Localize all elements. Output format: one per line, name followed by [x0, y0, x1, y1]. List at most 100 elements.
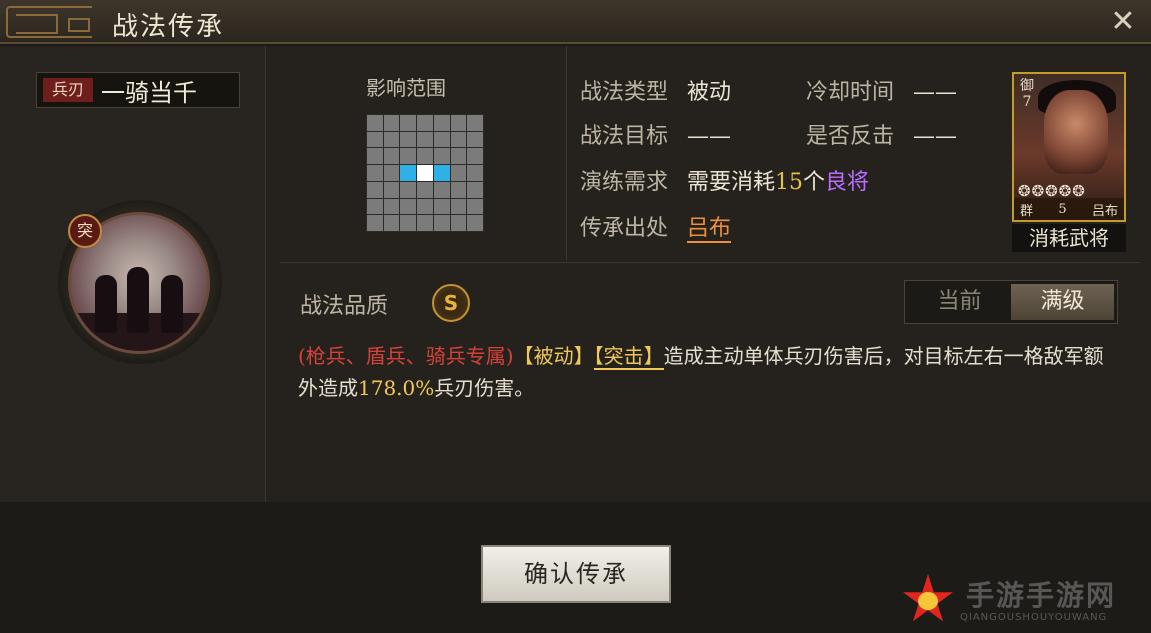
range-cell [467, 181, 483, 198]
range-cell [383, 181, 400, 198]
consume-hero-caption: 消耗武将 [1012, 224, 1126, 252]
range-cell [383, 198, 400, 215]
desc-tag-passive: 【被动】 [513, 344, 594, 368]
range-cell [367, 198, 383, 215]
range-cell [450, 215, 467, 231]
close-icon[interactable]: ✕ [1107, 6, 1139, 38]
range-label: 影响范围 [366, 76, 446, 100]
requirement-quality: 良将 [825, 170, 870, 195]
divider [566, 46, 567, 260]
watermark-subtext: QIANGOUSHOUYOUWANG [960, 612, 1108, 623]
range-cell [467, 115, 483, 131]
source-row: 传承出处 吕布 [580, 210, 732, 243]
window-title: 战法传承 [112, 12, 225, 42]
skill-description: (枪兵、盾兵、骑兵专属)【被动】【突击】造成主动单体兵刃伤害后，对目标左右一格敌… [298, 340, 1118, 404]
range-cell [383, 165, 400, 181]
range-cell [367, 181, 383, 198]
range-cell [400, 165, 417, 181]
range-cell [450, 115, 467, 131]
desc-tag-assault[interactable]: 【突击】 [593, 344, 664, 370]
range-cell [467, 131, 483, 148]
corner-ornament [6, 6, 92, 38]
desc-troops: (枪兵、盾兵、骑兵专属) [298, 344, 514, 368]
range-cell [450, 198, 467, 215]
cavalry-silhouette [127, 267, 149, 333]
desc-text2: 兵刃伤害。 [434, 376, 535, 400]
range-cell [367, 148, 383, 165]
range-cell [383, 215, 400, 231]
range-cell [367, 215, 383, 231]
cooldown-row: 冷却时间 —— [806, 74, 957, 106]
cavalry-silhouette [95, 275, 117, 333]
range-cell [367, 115, 383, 131]
range-cell [433, 165, 450, 181]
range-cell [433, 131, 450, 148]
hero-card[interactable]: 御7 ❂❂❂❂❂ 群 5 吕布 [1012, 72, 1126, 222]
hero-cost: 5 [1058, 201, 1067, 217]
range-cell [400, 215, 417, 231]
range-cell [367, 131, 383, 148]
range-cell [417, 198, 433, 215]
skill-name: 一骑当千 [101, 78, 197, 107]
assault-badge: 突 [68, 214, 102, 248]
range-cell [383, 131, 400, 148]
hero-name: 吕布 [1091, 203, 1118, 219]
cooldown-label: 冷却时间 [806, 80, 895, 105]
requirement-unit: 个 [803, 170, 826, 195]
range-cell [433, 215, 450, 231]
toggle-max-level[interactable]: 满级 [1011, 284, 1114, 320]
hero-side-text: 御7 [1020, 78, 1034, 110]
title-bar: 战法传承 ✕ [0, 0, 1151, 44]
mascot-face-icon [918, 592, 938, 610]
range-cell [417, 165, 433, 181]
range-cell [450, 165, 467, 181]
range-cell [417, 131, 433, 148]
hero-portrait [1044, 90, 1108, 174]
source-hero-link[interactable]: 吕布 [687, 216, 732, 243]
skill-type-row: 战法类型 被动 [580, 74, 731, 106]
range-cell [383, 148, 400, 165]
watermark-text: 手游手游网 [966, 579, 1117, 612]
range-cell [417, 181, 433, 198]
requirement-label: 演练需求 [580, 170, 669, 195]
target-value: —— [687, 124, 732, 149]
hero-faction: 群 [1020, 203, 1034, 219]
quality-grade-badge: S [432, 284, 470, 322]
range-cell [450, 181, 467, 198]
requirement-prefix: 需要消耗 [687, 170, 776, 195]
requirement-row: 演练需求 需要消耗15个良将 [580, 164, 869, 196]
hero-card-footer: 群 5 吕布 [1014, 198, 1124, 220]
troop-type-tag: 兵刃 [43, 78, 93, 102]
range-cell [400, 148, 417, 165]
range-cell [433, 198, 450, 215]
desc-percent: 178.0% [358, 376, 435, 400]
requirement-count: 15 [775, 170, 804, 195]
level-toggle: 当前 满级 [904, 280, 1118, 324]
range-cell [400, 181, 417, 198]
range-cell [467, 148, 483, 165]
target-label: 战法目标 [580, 124, 669, 149]
range-cell [450, 148, 467, 165]
source-label: 传承出处 [580, 216, 669, 241]
range-cell [467, 215, 483, 231]
range-cell [400, 131, 417, 148]
confirm-inherit-button[interactable]: 确认传承 [481, 545, 671, 603]
range-cell [400, 198, 417, 215]
skill-type-value: 被动 [687, 80, 732, 105]
toggle-current[interactable]: 当前 [908, 284, 1011, 320]
range-cell [433, 181, 450, 198]
range-cell [400, 115, 417, 131]
counter-row: 是否反击 —— [806, 118, 957, 150]
cavalry-silhouette [161, 275, 183, 333]
watermark: 手游手游网 QIANGOUSHOUYOUWANG [900, 568, 1148, 630]
range-cell [450, 131, 467, 148]
range-cell [417, 115, 433, 131]
counter-label: 是否反击 [806, 124, 895, 149]
range-cell [383, 115, 400, 131]
range-grid [366, 114, 484, 232]
range-cell [417, 215, 433, 231]
target-row: 战法目标 —— [580, 118, 731, 150]
range-cell [433, 148, 450, 165]
skill-type-label: 战法类型 [580, 80, 669, 105]
range-cell [417, 148, 433, 165]
